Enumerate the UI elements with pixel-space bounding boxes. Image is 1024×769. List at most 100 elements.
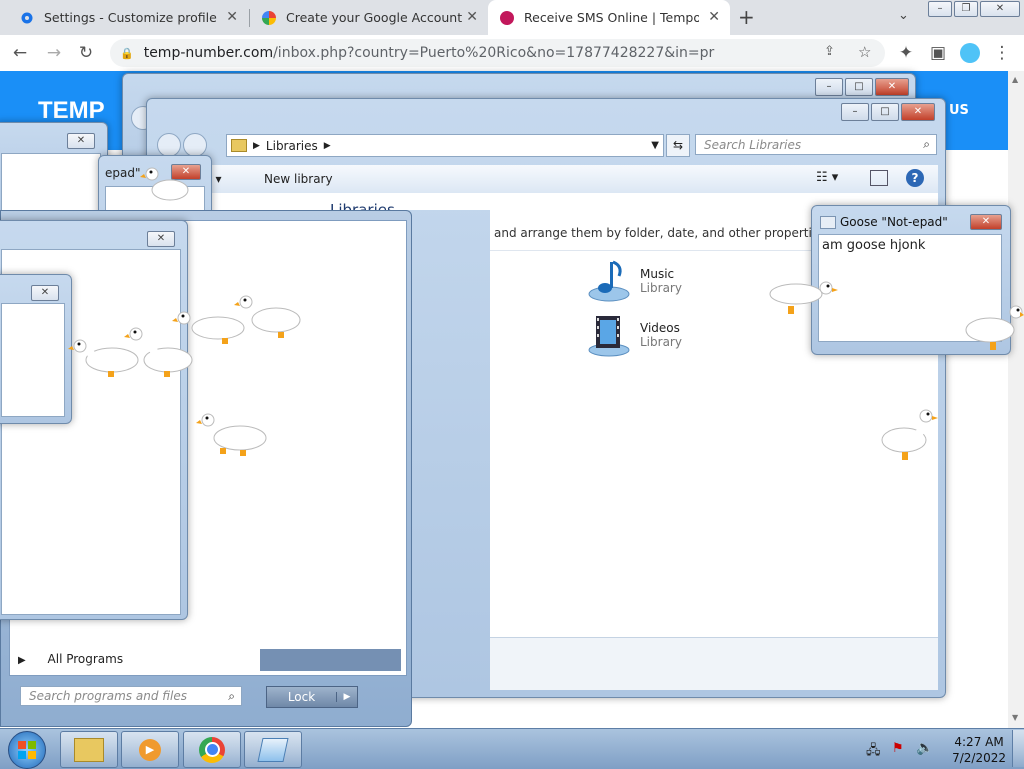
goose-icon [140, 167, 189, 201]
show-desktop-button[interactable] [1012, 730, 1024, 767]
close-icon[interactable]: ✕ [466, 9, 478, 25]
notepad-taskbar-button[interactable] [244, 731, 302, 768]
chrome-taskbar-button[interactable] [183, 731, 241, 768]
goose-icon [196, 413, 267, 456]
maximize-button[interactable]: □ [871, 103, 899, 121]
window-caption-buttons: – □ ✕ [813, 78, 909, 96]
close-button[interactable]: ✕ [970, 214, 1002, 230]
clock-date: 7/2/2022 [952, 751, 1006, 765]
chevron-right-icon[interactable]: ▶ [336, 692, 357, 702]
library-type: Library [640, 281, 682, 295]
close-window-button[interactable]: ✕ [980, 1, 1020, 17]
network-icon[interactable]: 🖧 [866, 741, 881, 763]
share-icon[interactable]: ⇪ [824, 44, 835, 59]
explorer-command-bar: ze ▾ New library ☷ ▾ ? [150, 165, 938, 194]
search-icon: ⌕ [923, 137, 930, 151]
notepad-icon [820, 216, 836, 229]
explorer-address-bar[interactable]: ▶ Libraries ▶ ▼ [226, 134, 664, 157]
clock-time: 4:27 AM [954, 735, 1004, 749]
nav-link-us[interactable]: US [949, 103, 969, 118]
chevron-right-icon: ▶ [18, 655, 26, 666]
back-nav-icon[interactable] [157, 133, 181, 157]
lock-button[interactable]: Lock ▶ [266, 686, 358, 708]
reload-button[interactable]: ↻ [74, 41, 98, 65]
tab-google-account[interactable]: Create your Google Account ✕ [250, 0, 488, 35]
refresh-icon[interactable]: ⇆ [666, 134, 690, 157]
window-title: Goose "Not-epad" [840, 215, 948, 229]
goose-icon [881, 409, 938, 460]
libraries-heading: Libraries [330, 201, 395, 210]
tab-receive-sms[interactable]: Receive SMS Online | Temporary ✕ [488, 0, 730, 35]
close-button[interactable]: ✕ [67, 133, 95, 149]
new-library-button[interactable]: New library [264, 172, 333, 186]
explorer-taskbar-button[interactable] [60, 731, 118, 768]
close-button[interactable]: ✕ [31, 285, 59, 301]
new-tab-button[interactable]: + [738, 5, 755, 29]
volume-icon[interactable]: 🔈 [916, 740, 933, 756]
notepad-icon [257, 737, 289, 762]
taskbar-clock[interactable]: 4:27 AM 7/2/2022 [952, 734, 1006, 766]
dialog-window-3[interactable]: ✕ [0, 274, 72, 424]
library-videos[interactable]: Videos Library [586, 312, 682, 358]
maximize-button[interactable]: □ [845, 78, 873, 96]
libraries-description: and arrange them by folder, date, and ot… [494, 226, 830, 240]
close-button[interactable]: ✕ [147, 231, 175, 247]
library-type: Library [640, 335, 682, 349]
close-icon[interactable]: ✕ [226, 9, 238, 25]
site-logo[interactable]: TEMP [38, 97, 105, 125]
page-scrollbar[interactable]: ▲ ▼ [1008, 71, 1024, 728]
taskbar: ▶ 🖧 ⚑ 🔈 4:27 AM 7/2/2022 [0, 728, 1024, 769]
all-programs-label: All Programs [47, 652, 124, 666]
library-name: Music [640, 267, 675, 281]
chevron-right-icon: ▶ [253, 140, 260, 151]
address-bar[interactable]: 🔒 temp-number.com/inbox.php?country=Puer… [110, 39, 885, 67]
library-music[interactable]: Music Library [586, 258, 682, 304]
menu-icon[interactable]: ⋮ [990, 41, 1014, 65]
minimize-button[interactable]: – [815, 78, 843, 96]
bookmark-star-icon[interactable]: ☆ [858, 43, 871, 61]
side-panel-icon[interactable]: ▣ [926, 41, 950, 65]
chrome-icon [199, 736, 225, 763]
browser-toolbar: ← → ↻ 🔒 temp-number.com/inbox.php?countr… [0, 35, 1024, 72]
extensions-icon[interactable]: ✦ [894, 41, 918, 65]
library-name: Videos [640, 321, 680, 335]
window-controls: – ❐ ✕ [928, 1, 1020, 17]
view-options-icon[interactable]: ☷ ▾ [816, 170, 838, 185]
tab-label: Create your Google Account [286, 10, 463, 25]
back-button[interactable]: ← [8, 41, 32, 65]
tab-settings[interactable]: Settings - Customize profile ✕ [8, 0, 248, 35]
restore-button[interactable]: ❐ [954, 1, 978, 17]
all-programs-item[interactable]: ▶ All Programs [18, 652, 123, 666]
media-player-taskbar-button[interactable]: ▶ [121, 731, 179, 768]
minimize-button[interactable]: – [841, 103, 869, 121]
start-search-input[interactable]: Search programs and files ⌕ [20, 686, 242, 706]
url-host: temp-number.com [143, 45, 274, 61]
google-icon [262, 10, 276, 25]
goose-icon [769, 281, 838, 314]
window-title: epad" [105, 166, 141, 180]
explorer-details-pane [490, 637, 938, 690]
search-placeholder: Search Libraries [704, 137, 802, 152]
close-button[interactable]: ✕ [901, 103, 935, 121]
close-icon[interactable]: ✕ [708, 9, 720, 25]
tab-label: Settings - Customize profile [44, 10, 217, 25]
tab-search-icon[interactable]: ⌄ [898, 8, 909, 23]
site-icon [500, 10, 514, 25]
minimize-button[interactable]: – [928, 1, 952, 17]
chevron-down-icon[interactable]: ▼ [651, 140, 659, 151]
explorer-search-input[interactable]: Search Libraries ⌕ [695, 134, 937, 155]
music-library-icon [588, 260, 630, 302]
action-center-icon[interactable]: ⚑ [892, 741, 904, 756]
close-button[interactable]: ✕ [875, 78, 909, 96]
forward-button[interactable]: → [42, 41, 66, 65]
help-icon[interactable]: ? [906, 169, 924, 187]
lock-label: Lock [287, 690, 316, 704]
preview-pane-icon[interactable] [870, 170, 888, 186]
forward-nav-icon[interactable] [183, 133, 207, 157]
start-button[interactable] [8, 731, 46, 769]
breadcrumb-libraries[interactable]: Libraries [266, 139, 318, 153]
profile-avatar[interactable] [958, 41, 982, 65]
goose-icon [965, 305, 1024, 350]
start-menu-right-strip [260, 649, 401, 671]
url-path: /inbox.php?country=Puerto%20Rico&no=1787… [273, 45, 715, 61]
